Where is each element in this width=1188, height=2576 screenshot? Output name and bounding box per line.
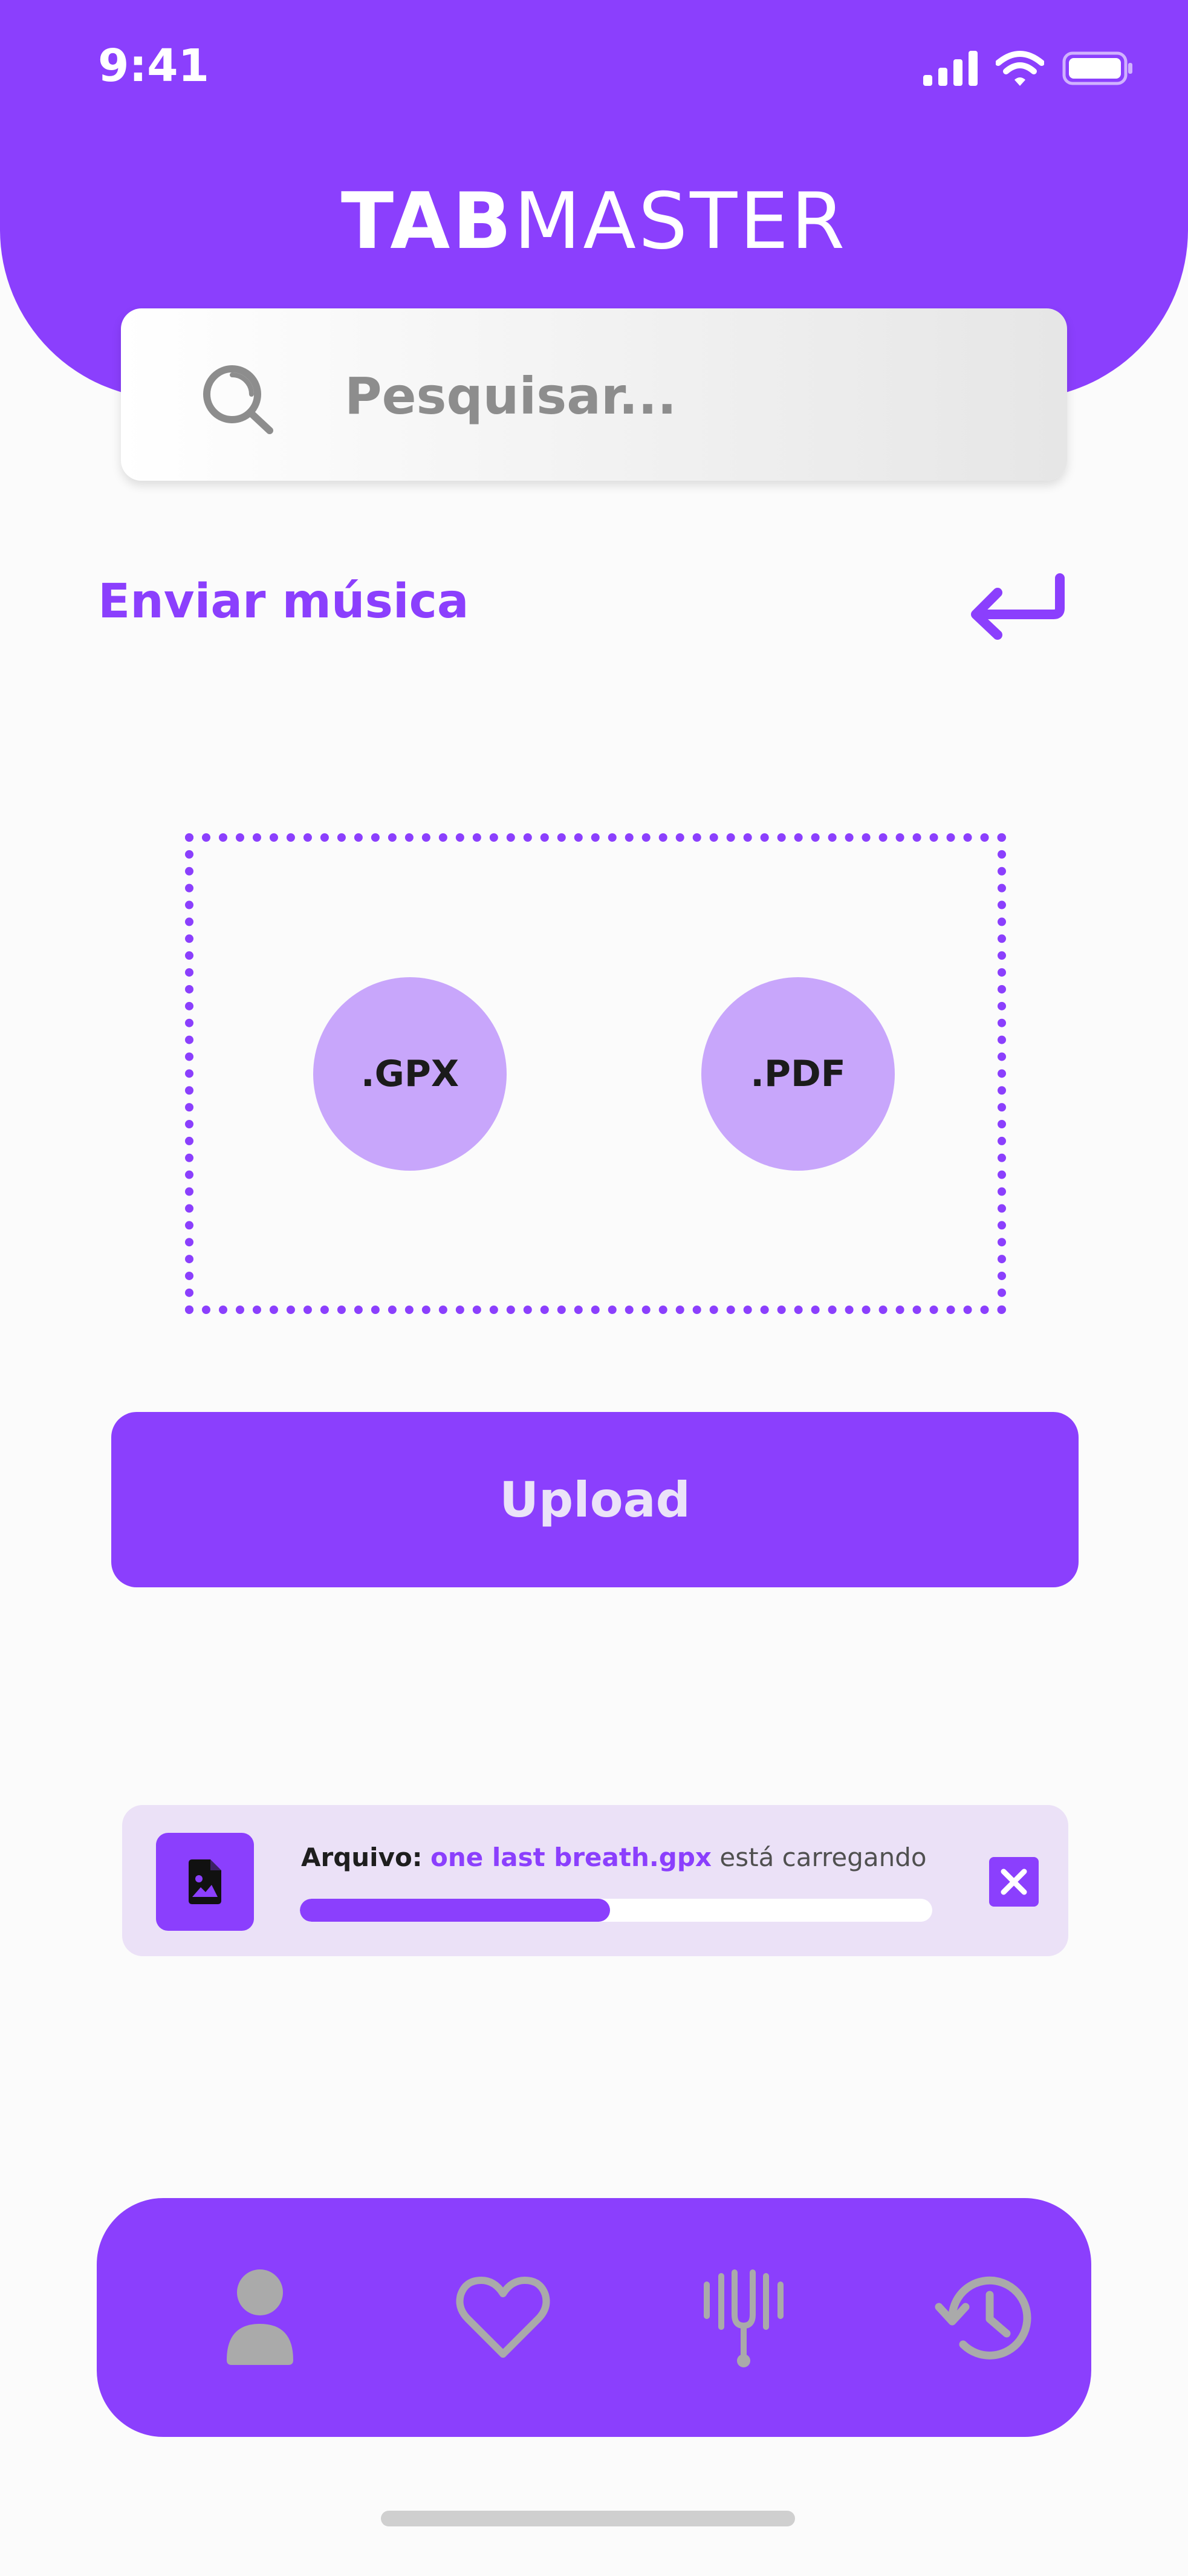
- format-gpx: .GPX: [313, 977, 507, 1171]
- file-icon-box: [156, 1833, 254, 1931]
- upload-button[interactable]: Upload: [111, 1412, 1079, 1587]
- upload-label: Arquivo:: [301, 1843, 423, 1872]
- signal-icon: [923, 51, 978, 86]
- search-icon[interactable]: [201, 363, 279, 435]
- status-time: 9:41: [98, 40, 210, 92]
- image-file-icon: [189, 1859, 221, 1904]
- heart-icon: [456, 2277, 550, 2358]
- return-arrow-icon[interactable]: [966, 573, 1069, 640]
- format-pdf: .PDF: [701, 977, 895, 1171]
- bottom-nav: [97, 2198, 1091, 2437]
- history-icon: [935, 2276, 1031, 2360]
- status-icons: [923, 50, 1134, 87]
- upload-filename: one last breath.gpx: [430, 1843, 712, 1872]
- nav-history[interactable]: [919, 2251, 1052, 2384]
- brand-light: MASTER: [513, 177, 848, 267]
- search-input[interactable]: [345, 363, 1010, 429]
- cancel-upload-button[interactable]: [989, 1857, 1039, 1907]
- upload-status-text: Arquivo: one last breath.gpx está carreg…: [301, 1843, 927, 1872]
- profile-icon: [227, 2269, 293, 2365]
- upload-progress-bar: [300, 1899, 932, 1922]
- app-logo: TABMASTER: [0, 177, 1188, 267]
- brand-bold: TAB: [340, 177, 514, 267]
- upload-progress-fill: [300, 1899, 610, 1922]
- file-dropzone[interactable]: .GPX .PDF: [185, 833, 1006, 1314]
- close-icon: [1001, 1869, 1027, 1895]
- nav-profile[interactable]: [193, 2251, 326, 2384]
- search-bar[interactable]: [121, 308, 1067, 481]
- nav-favorites[interactable]: [437, 2251, 570, 2384]
- home-indicator: [381, 2511, 795, 2526]
- upload-progress-card: Arquivo: one last breath.gpx está carreg…: [122, 1805, 1068, 1956]
- nav-tuner[interactable]: [677, 2251, 810, 2384]
- page-title: Enviar música: [98, 574, 469, 629]
- battery-icon: [1062, 51, 1132, 85]
- tuning-fork-icon: [704, 2269, 784, 2367]
- upload-status: está carregando: [719, 1843, 927, 1872]
- wifi-icon: [996, 51, 1044, 86]
